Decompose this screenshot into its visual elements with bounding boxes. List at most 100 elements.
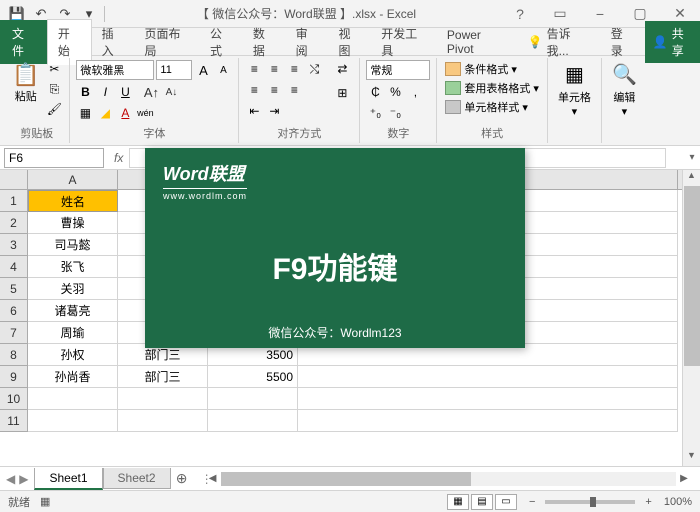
align-mid-icon[interactable]: ≡ — [265, 60, 283, 78]
cut-icon[interactable]: ✂ — [45, 60, 63, 78]
tell-me[interactable]: 告诉我... — [547, 20, 599, 64]
tab-view[interactable]: 视图 — [328, 20, 371, 64]
border-icon[interactable]: ▦ — [76, 104, 94, 122]
copy-icon[interactable]: ⎘ — [45, 80, 63, 98]
cell[interactable] — [28, 388, 118, 410]
row-header[interactable]: 8 — [0, 344, 28, 366]
comma-icon[interactable]: , — [406, 83, 424, 101]
currency-icon[interactable]: ₵ — [366, 83, 384, 101]
cell[interactable]: 诸葛亮 — [28, 300, 118, 322]
zoom-slider[interactable] — [545, 500, 635, 504]
add-sheet-button[interactable]: ⊕ — [171, 470, 193, 487]
dec-decimal-icon[interactable]: ⁻₀ — [386, 104, 404, 122]
zoom-thumb[interactable] — [590, 497, 596, 507]
col-header[interactable]: A — [28, 170, 118, 189]
conditional-format-button[interactable]: 条件格式▾ — [443, 60, 541, 78]
font-smaller-icon[interactable]: A↓ — [162, 83, 180, 101]
tab-formulas[interactable]: 公式 — [200, 20, 243, 64]
cell[interactable] — [118, 388, 208, 410]
cell[interactable]: 孙权 — [28, 344, 118, 366]
hscroll-right-icon[interactable]: ▶ — [676, 473, 692, 484]
sheet-tab-2[interactable]: Sheet2 — [103, 468, 171, 489]
paste-button[interactable]: 📋 粘贴 — [10, 60, 41, 106]
sheet-nav-left-icon[interactable]: ◀ — [6, 472, 15, 486]
font-size-select[interactable] — [156, 60, 192, 80]
orientation-icon[interactable]: ⤭ — [305, 60, 323, 78]
cell[interactable]: 曹操 — [28, 212, 118, 234]
vertical-scrollbar[interactable]: ▲ ▼ — [682, 170, 700, 466]
grow-font-icon[interactable]: A — [194, 61, 212, 79]
cell[interactable] — [298, 366, 678, 388]
hscroll-thumb[interactable] — [221, 472, 471, 486]
font-color-icon[interactable]: A — [116, 104, 134, 122]
cell[interactable] — [208, 388, 298, 410]
sheet-nav-right-icon[interactable]: ▶ — [19, 472, 28, 486]
cells-button[interactable]: ▦单元格▾ — [554, 60, 595, 120]
fill-color-icon[interactable]: ◢ — [96, 104, 114, 122]
cell[interactable] — [28, 410, 118, 432]
tab-insert[interactable]: 插入 — [92, 20, 135, 64]
edit-button[interactable]: 🔍编辑▾ — [608, 60, 641, 120]
align-top-icon[interactable]: ≡ — [245, 60, 263, 78]
hscroll-left-icon[interactable]: ◀ — [205, 473, 221, 484]
indent-inc-icon[interactable]: ⇥ — [265, 102, 283, 120]
percent-icon[interactable]: % — [386, 83, 404, 101]
cell[interactable]: 姓名 — [28, 190, 118, 212]
cell[interactable] — [298, 388, 678, 410]
fx-icon[interactable]: fx — [114, 151, 123, 165]
cell[interactable]: 周瑜 — [28, 322, 118, 344]
align-left-icon[interactable]: ≡ — [245, 81, 263, 99]
zoom-in-button[interactable]: + — [641, 496, 655, 508]
cell[interactable]: 司马懿 — [28, 234, 118, 256]
font-bigger-icon[interactable]: A↑ — [142, 83, 160, 101]
horizontal-scrollbar[interactable] — [221, 472, 676, 486]
cell[interactable]: 孙尚香 — [28, 366, 118, 388]
cell[interactable] — [208, 410, 298, 432]
align-right-icon[interactable]: ≡ — [285, 81, 303, 99]
format-painter-icon[interactable]: 🖌 — [45, 100, 63, 118]
scroll-down-icon[interactable]: ▼ — [683, 450, 700, 466]
formula-expand-icon[interactable]: ▾ — [684, 152, 700, 163]
name-box[interactable] — [4, 148, 104, 168]
row-header[interactable]: 1 — [0, 190, 28, 212]
row-header[interactable]: 3 — [0, 234, 28, 256]
cell[interactable] — [118, 410, 208, 432]
scroll-thumb[interactable] — [684, 186, 700, 366]
row-header[interactable]: 9 — [0, 366, 28, 388]
view-break-icon[interactable]: ▭ — [495, 494, 517, 510]
tab-review[interactable]: 审阅 — [286, 20, 329, 64]
wrap-text-icon[interactable]: ⇄ — [331, 60, 353, 78]
inc-decimal-icon[interactable]: ⁺₀ — [366, 104, 384, 122]
cell[interactable] — [298, 410, 678, 432]
macro-record-icon[interactable]: ▦ — [40, 495, 50, 508]
row-header[interactable]: 6 — [0, 300, 28, 322]
select-all-button[interactable] — [0, 170, 28, 189]
cell[interactable]: 部门三 — [118, 366, 208, 388]
row-header[interactable]: 7 — [0, 322, 28, 344]
font-name-select[interactable] — [76, 60, 154, 80]
underline-button[interactable]: U — [116, 83, 134, 101]
zoom-out-button[interactable]: − — [525, 496, 539, 508]
row-header[interactable]: 10 — [0, 388, 28, 410]
row-header[interactable]: 2 — [0, 212, 28, 234]
number-format-select[interactable] — [366, 60, 430, 80]
view-layout-icon[interactable]: ▤ — [471, 494, 493, 510]
row-header[interactable]: 5 — [0, 278, 28, 300]
share-button[interactable]: 👤共享 — [645, 21, 700, 63]
zoom-level[interactable]: 100% — [664, 496, 692, 508]
scroll-up-icon[interactable]: ▲ — [683, 170, 700, 186]
table-format-button[interactable]: 套用表格格式▾ — [443, 79, 541, 97]
align-bot-icon[interactable]: ≡ — [285, 60, 303, 78]
merge-icon[interactable]: ⊞ — [331, 84, 353, 102]
align-center-icon[interactable]: ≡ — [265, 81, 283, 99]
italic-button[interactable]: I — [96, 83, 114, 101]
tab-layout[interactable]: 页面布局 — [134, 20, 200, 64]
cell[interactable]: 5500 — [208, 366, 298, 388]
cell[interactable]: 张飞 — [28, 256, 118, 278]
tab-powerpivot[interactable]: Power Pivot — [437, 23, 518, 61]
login-button[interactable]: 登录 — [601, 20, 643, 64]
cell[interactable]: 关羽 — [28, 278, 118, 300]
phonetic-icon[interactable]: wén — [136, 104, 154, 122]
tab-file[interactable]: 文件 — [0, 20, 47, 64]
tab-data[interactable]: 数据 — [243, 20, 286, 64]
